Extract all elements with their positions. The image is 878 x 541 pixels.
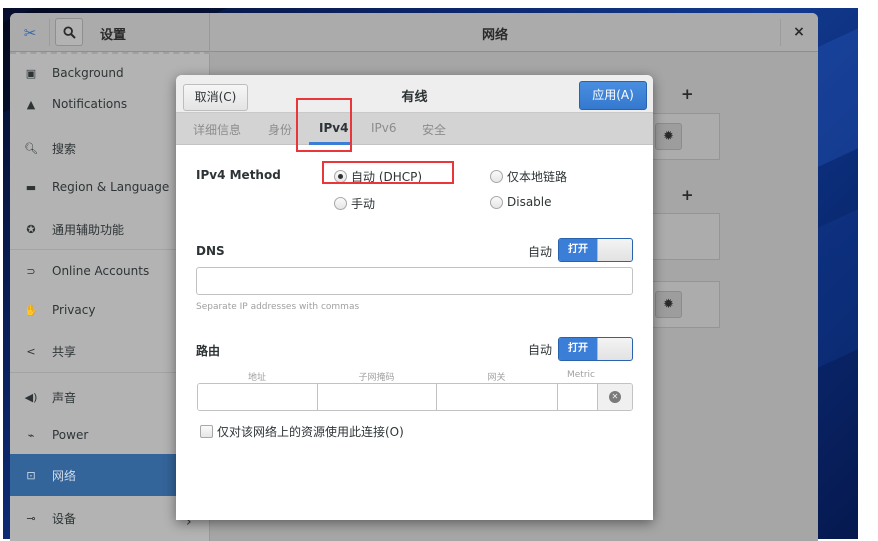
- delete-route-button[interactable]: ✕: [598, 384, 632, 410]
- settings-tools-icon: ✂: [23, 24, 37, 42]
- routes-label: 路由: [196, 344, 221, 358]
- tab-identity[interactable]: 身份: [268, 121, 292, 138]
- devices-icon: ⊸: [26, 511, 36, 525]
- dns-hint: Separate IP addresses with commas: [196, 302, 360, 312]
- online-accounts-icon: ⊃: [26, 264, 36, 278]
- search-icon: 🔍︎: [24, 141, 38, 155]
- sidebar-item-label: Privacy: [52, 303, 96, 317]
- header-separator: [49, 19, 50, 46]
- dns-label: DNS: [196, 244, 225, 258]
- power-icon: ⌁: [27, 428, 35, 442]
- speaker-icon: ◀): [24, 390, 38, 404]
- route-address-input[interactable]: [198, 384, 318, 410]
- background-icon: ▣: [25, 66, 37, 80]
- panel-title: 网络: [481, 28, 508, 43]
- routes-auto-label: 自动: [528, 343, 553, 357]
- radio-indicator[interactable]: [334, 197, 347, 210]
- apply-button[interactable]: 应用(A): [579, 81, 647, 110]
- radio-label: 自动 (DHCP): [351, 170, 423, 184]
- proxy-row: ✹: [650, 281, 720, 328]
- sidebar-header: ✂ 设置: [10, 13, 210, 52]
- sidebar-item-label: 声音: [52, 390, 77, 405]
- close-icon: ×: [793, 24, 805, 40]
- gear-icon: ✹: [663, 297, 674, 312]
- radio-indicator[interactable]: [490, 195, 503, 209]
- radio-label: 仅本地链路: [507, 170, 568, 184]
- sidebar-item-label: 共享: [52, 344, 77, 359]
- wired-connection-dialog: 取消(C) 有线 应用(A) 详细信息 身份 IPv4 IPv6 安全 IPv4…: [176, 75, 653, 520]
- gear-icon: ✹: [663, 129, 674, 144]
- dns-auto-switch[interactable]: 打开: [558, 238, 633, 262]
- sidebar-item-label: 通用辅助功能: [52, 222, 125, 237]
- only-local-resources-checkbox[interactable]: [200, 425, 213, 438]
- route-netmask-input[interactable]: [318, 384, 437, 410]
- switch-on-label: 打开: [559, 338, 597, 360]
- radio-label: 手动: [351, 197, 376, 211]
- add-vpn-button[interactable]: +: [681, 186, 694, 204]
- dns-auto-label: 自动: [528, 245, 553, 259]
- checkbox-label: 仅对该网络上的资源使用此连接(O): [217, 425, 404, 439]
- app-title: 设置: [100, 28, 127, 43]
- dialog-tabs: 详细信息 身份 IPv4 IPv6 安全: [176, 113, 653, 145]
- sidebar-item-label: Online Accounts: [52, 264, 150, 278]
- sidebar-item-label: Background: [52, 66, 124, 80]
- column-header-metric: Metric: [567, 370, 595, 380]
- ipv4-method-label: IPv4 Method: [196, 168, 281, 182]
- share-icon: <: [26, 344, 36, 358]
- sidebar-item-label: Notifications: [52, 97, 128, 111]
- route-metric-input[interactable]: [558, 384, 598, 410]
- close-button[interactable]: ×: [788, 21, 810, 43]
- sidebar-item-label: 网络: [52, 468, 77, 483]
- radio-indicator[interactable]: [490, 170, 503, 183]
- bell-icon: ▲: [26, 97, 36, 111]
- header-bar: ✂ 设置 网络 ×: [10, 13, 818, 52]
- switch-knob[interactable]: [597, 338, 632, 360]
- header-separator: [780, 19, 781, 46]
- network-icon: ⊡: [26, 468, 36, 482]
- radio-disable[interactable]: Disable: [490, 195, 552, 209]
- route-gateway-input[interactable]: [437, 384, 558, 410]
- delete-icon: ✕: [609, 391, 621, 403]
- column-header-gateway: 网关: [487, 373, 506, 383]
- radio-manual[interactable]: 手动: [334, 195, 375, 212]
- wired-settings-button[interactable]: ✹: [655, 123, 682, 150]
- add-connection-button[interactable]: +: [681, 85, 694, 103]
- radio-indicator[interactable]: [334, 170, 347, 183]
- sidebar-item-label: 搜索: [52, 141, 77, 156]
- accessibility-icon: ✪: [26, 222, 36, 236]
- routes-auto-switch[interactable]: 打开: [558, 337, 633, 361]
- proxy-settings-button[interactable]: ✹: [655, 291, 682, 318]
- switch-on-label: 打开: [559, 239, 597, 261]
- sidebar-item-label: 设备: [52, 511, 77, 526]
- only-local-resources-option[interactable]: 仅对该网络上的资源使用此连接(O): [200, 423, 404, 440]
- dialog-header: 取消(C) 有线 应用(A): [176, 75, 653, 113]
- route-row: ✕: [197, 383, 633, 411]
- wired-connection-row: ✹: [650, 113, 720, 160]
- radio-link-local[interactable]: 仅本地链路: [490, 168, 567, 185]
- tab-ipv4[interactable]: IPv4: [319, 121, 348, 135]
- search-button[interactable]: [55, 18, 83, 46]
- radio-label: Disable: [507, 195, 552, 209]
- privacy-hand-icon: ✋: [24, 303, 38, 317]
- search-icon: [63, 26, 76, 39]
- ipv4-settings: IPv4 Method 自动 (DHCP) 仅本地链路 手动 Disable D…: [176, 145, 653, 520]
- tab-security[interactable]: 安全: [422, 121, 446, 138]
- region-icon: ▬: [25, 180, 37, 194]
- sidebar-item-label: Region & Language: [52, 180, 170, 194]
- sidebar-item-label: Power: [52, 428, 89, 442]
- column-header-address: 地址: [247, 373, 266, 383]
- switch-knob[interactable]: [597, 239, 632, 261]
- column-header-netmask: 子网掩码: [358, 373, 395, 383]
- dns-input[interactable]: [196, 267, 633, 295]
- vpn-row: [650, 213, 720, 260]
- tab-details[interactable]: 详细信息: [193, 121, 241, 138]
- radio-auto-dhcp[interactable]: 自动 (DHCP): [334, 168, 422, 185]
- tab-ipv6[interactable]: IPv6: [371, 121, 397, 135]
